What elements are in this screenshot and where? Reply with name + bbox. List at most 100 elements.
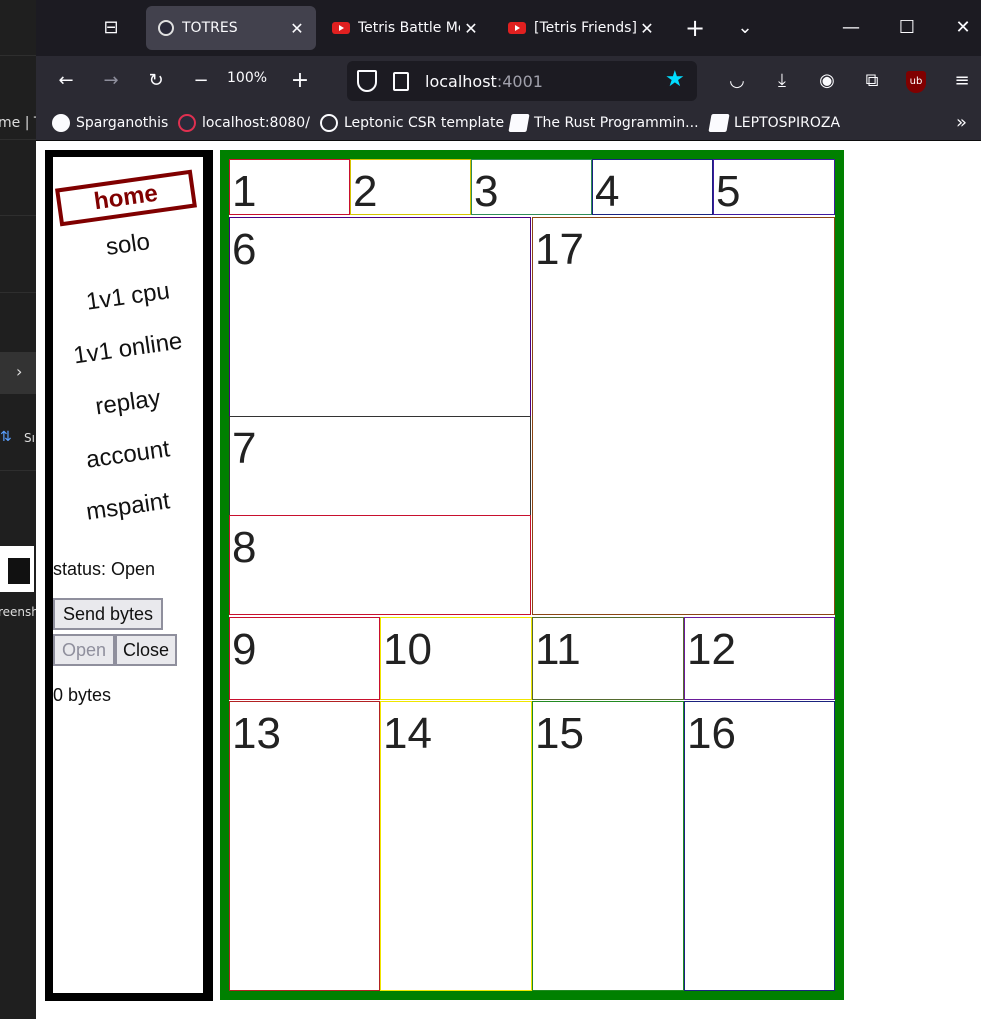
tab-totres[interactable]: TOTRES ✕ [146, 6, 316, 50]
nav-account[interactable]: account [52, 431, 204, 480]
close-button[interactable]: Close [115, 634, 177, 666]
tab-title: Tetris Battle Me [358, 20, 460, 36]
grid-container: 1 2 3 4 5 6 7 8 17 9 10 11 12 13 14 15 1… [229, 159, 835, 991]
tab-bar: ⊟ TOTRES ✕ Tetris Battle Me ✕ [Tetris Fr… [36, 0, 981, 56]
bg-thumbnail[interactable] [0, 546, 34, 592]
nav-home[interactable]: home [55, 169, 197, 227]
bg-text: me | Te [0, 115, 36, 131]
window-close-icon[interactable]: ✕ [948, 14, 978, 42]
extensions-icon[interactable]: ⧉ [858, 68, 886, 94]
zoom-level[interactable]: 100% [227, 70, 267, 86]
bookmark-label: LEPTOSPIROZA [734, 115, 841, 131]
page-info-icon[interactable] [393, 72, 409, 91]
menu-icon[interactable]: ≡ [948, 68, 976, 94]
grid-cell-16[interactable]: 16 [684, 701, 835, 991]
bookmark-localhost-8080[interactable]: localhost:8080/ [178, 114, 310, 132]
bookmark-sparganothis[interactable]: Sparganothis [52, 114, 168, 132]
chevron-down-icon[interactable]: ⌄ [733, 16, 757, 40]
grid-cell-12[interactable]: 12 [684, 617, 835, 700]
send-bytes-button[interactable]: Send bytes [53, 598, 163, 630]
close-tab-icon[interactable]: ✕ [286, 19, 308, 38]
totres-favicon-icon [178, 114, 196, 132]
connection-status: status: Open [53, 559, 156, 579]
forward-icon[interactable]: → [97, 68, 125, 94]
grid-cell-14[interactable]: 14 [380, 701, 532, 991]
ublock-icon[interactable]: ub [906, 71, 926, 93]
tab-overview-icon[interactable]: ⊟ [99, 16, 123, 40]
url-bar[interactable]: localhost:4001 ★ [347, 61, 697, 101]
bg-text: Sı [24, 431, 35, 445]
maximize-icon[interactable]: ☐ [892, 14, 922, 42]
tab-tetris-friends[interactable]: [Tetris Friends] I ✕ [496, 6, 666, 50]
youtube-icon [332, 22, 350, 34]
zoom-out-icon[interactable]: − [187, 68, 215, 94]
bg-divider [0, 470, 36, 471]
bytes-count: 0 bytes [53, 685, 112, 705]
url-port: :4001 [496, 72, 543, 91]
zoom-in-icon[interactable]: + [286, 68, 314, 94]
bg-divider [0, 215, 36, 216]
bg-selected-row[interactable]: › [0, 352, 36, 394]
bookmark-star-icon[interactable]: ★ [665, 67, 685, 92]
bookmark-label: Leptonic CSR template [344, 115, 505, 131]
bookmarks-bar: Sparganothis localhost:8080/ Leptonic CS… [36, 106, 981, 141]
bookmark-leptonic[interactable]: Leptonic CSR template [320, 114, 504, 132]
account-icon[interactable]: ◉ [813, 68, 841, 94]
bg-divider [0, 139, 36, 140]
grid-frame: 1 2 3 4 5 6 7 8 17 9 10 11 12 13 14 15 1… [220, 150, 844, 1000]
grid-cell-10[interactable]: 10 [380, 617, 532, 700]
grid-cell-6[interactable]: 6 [229, 217, 531, 417]
book-icon [508, 114, 530, 132]
nav-mspaint[interactable]: mspaint [52, 483, 204, 532]
grid-cell-15[interactable]: 15 [532, 701, 684, 991]
grid-cell-9[interactable]: 9 [229, 617, 380, 700]
grid-cell-17[interactable]: 17 [532, 217, 835, 615]
tab-title: [Tetris Friends] I [534, 20, 636, 36]
bookmark-rust-book[interactable]: The Rust Programmin... [508, 114, 699, 132]
bookmark-label: The Rust Programmin... [534, 115, 699, 131]
reload-icon[interactable]: ↻ [142, 68, 170, 94]
chevron-right-icon: › [16, 362, 23, 381]
url-text[interactable]: localhost:4001 [425, 72, 543, 91]
bookmark-label: Sparganothis [76, 115, 169, 131]
close-tab-icon[interactable]: ✕ [460, 19, 482, 38]
grid-cell-4[interactable]: 4 [592, 159, 713, 215]
url-host: localhost [425, 72, 497, 91]
bg-divider [0, 55, 36, 56]
pocket-icon[interactable]: ◡ [723, 68, 751, 94]
nav-1v1-online[interactable]: 1v1 online [52, 325, 204, 374]
grid-cell-2[interactable]: 2 [350, 159, 471, 215]
close-tab-icon[interactable]: ✕ [636, 19, 658, 38]
tab-title: TOTRES [182, 20, 238, 36]
navigation-bar: ← → ↻ − 100% + localhost:4001 ★ ◡ ⤓ ◉ ⧉ … [36, 56, 981, 106]
page-content: home solo 1v1 cpu 1v1 online replay acco… [36, 141, 981, 1019]
nav-1v1-cpu[interactable]: 1v1 cpu [52, 273, 204, 322]
book-icon [708, 114, 730, 132]
grid-cell-7[interactable]: 7 [229, 416, 531, 516]
sort-icon: ⇅ [0, 429, 12, 445]
background-window: me | Te › ⇅ Sı reensh [0, 0, 36, 1019]
grid-cell-8[interactable]: 8 [229, 515, 531, 615]
totres-favicon-icon [158, 20, 174, 36]
bookmark-leptospiroza[interactable]: LEPTOSPIROZA [708, 114, 841, 132]
shield-icon[interactable] [357, 70, 377, 92]
bg-text: reensh [0, 605, 36, 619]
grid-cell-11[interactable]: 11 [532, 617, 684, 700]
youtube-icon [508, 22, 526, 34]
grid-cell-5[interactable]: 5 [713, 159, 835, 215]
open-button[interactable]: Open [53, 634, 115, 666]
download-icon[interactable]: ⤓ [768, 68, 796, 94]
github-icon [52, 114, 70, 132]
globe-icon [320, 114, 338, 132]
sidebar-panel: home solo 1v1 cpu 1v1 online replay acco… [53, 157, 203, 993]
more-bookmarks-icon[interactable]: » [956, 112, 967, 133]
grid-cell-13[interactable]: 13 [229, 701, 380, 991]
back-icon[interactable]: ← [52, 68, 80, 94]
nav-replay[interactable]: replay [52, 379, 204, 428]
tab-tetris-battle[interactable]: Tetris Battle Me ✕ [320, 6, 490, 50]
new-tab-icon[interactable]: + [683, 16, 707, 40]
grid-cell-1[interactable]: 1 [229, 159, 350, 215]
grid-cell-3[interactable]: 3 [471, 159, 592, 215]
minimize-icon[interactable]: — [836, 14, 866, 42]
nav-solo[interactable]: solo [52, 221, 204, 270]
